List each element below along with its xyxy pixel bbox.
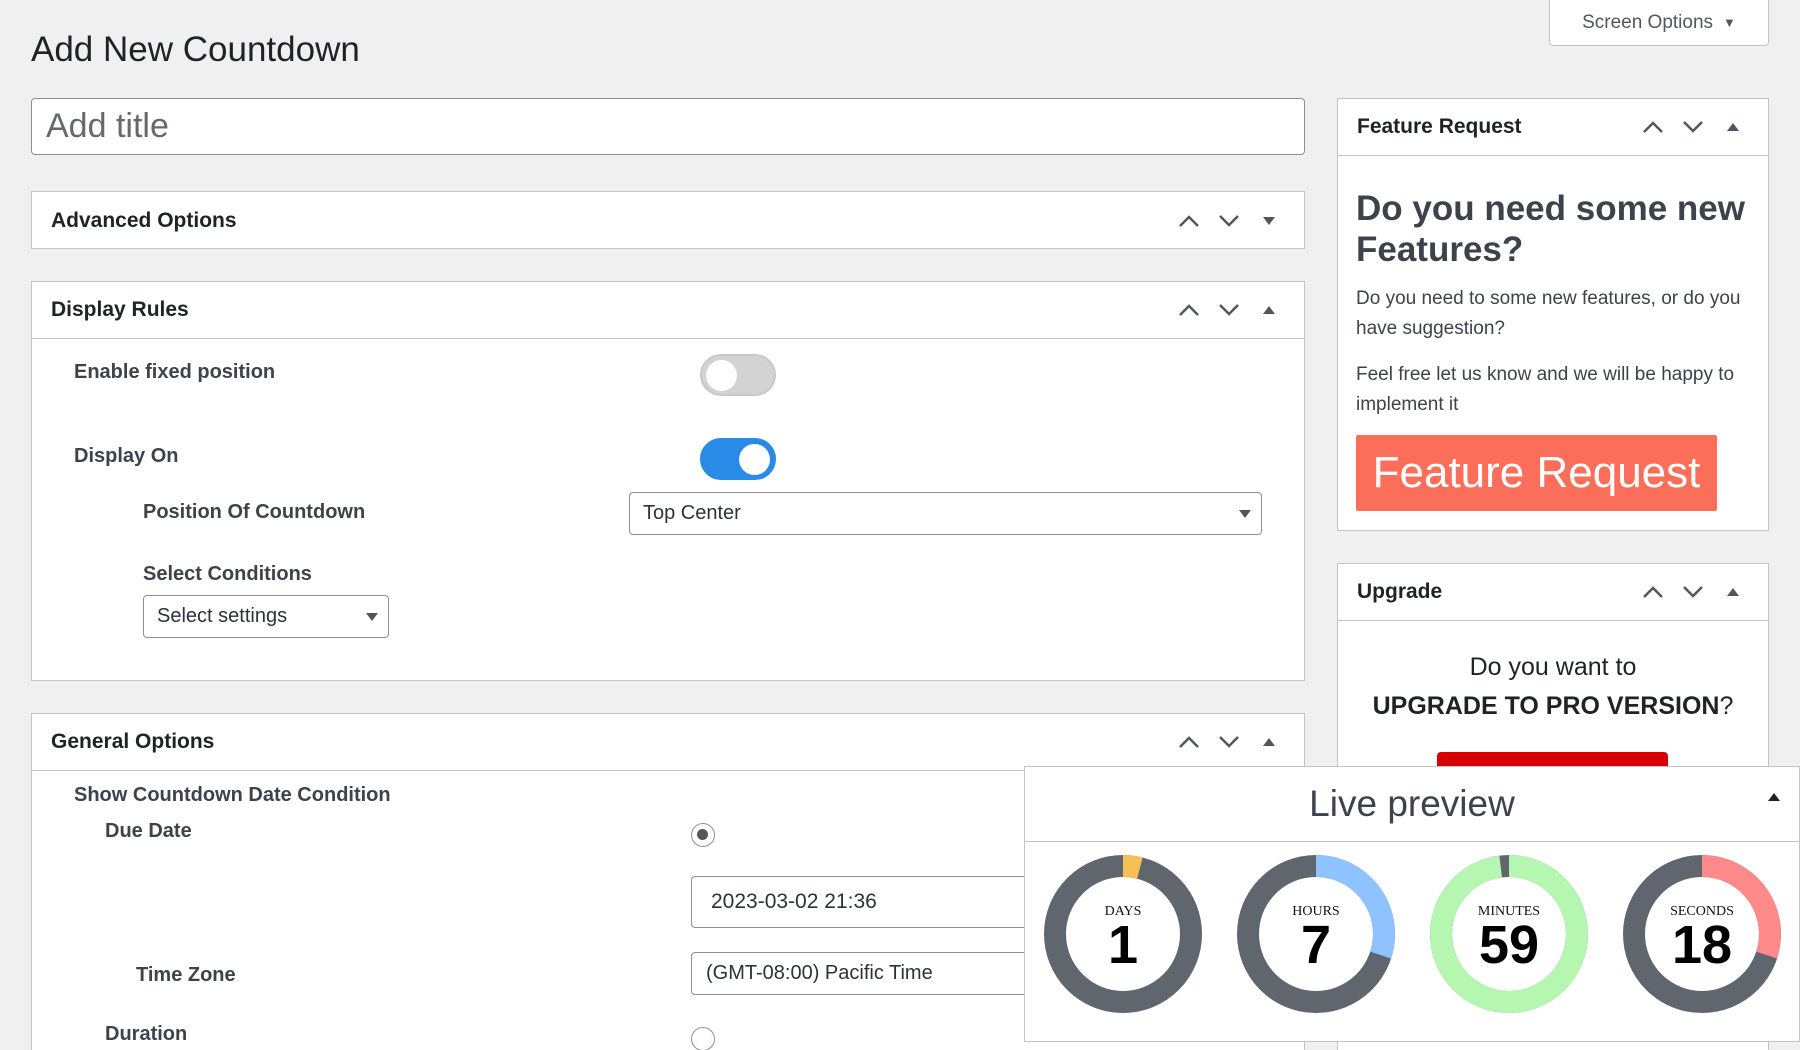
select-arrow-icon [366, 612, 378, 621]
upgrade-question-strong: UPGRADE TO PRO VERSION [1372, 692, 1720, 720]
move-up-icon[interactable] [1637, 576, 1669, 608]
due-date-value: 2023-03-02 21:36 [711, 890, 877, 913]
toggle-panel-icon[interactable] [1717, 111, 1749, 143]
show-countdown-date-condition-label: Show Countdown Date Condition [74, 784, 391, 806]
timer-minutes: MINUTES 59 [1427, 852, 1591, 1016]
time-zone-label: Time Zone [136, 964, 236, 986]
upgrade-header[interactable]: Upgrade [1338, 564, 1768, 621]
timer-seconds-value: 18 [1671, 915, 1733, 975]
feature-request-title: Feature Request [1357, 115, 1522, 138]
select-conditions-select[interactable]: Select settings [143, 595, 389, 638]
toggle-panel-icon[interactable] [1253, 726, 1285, 758]
move-up-icon[interactable] [1637, 111, 1669, 143]
enable-fixed-position-toggle[interactable] [700, 354, 776, 396]
feature-request-button[interactable]: Feature Request [1356, 435, 1717, 511]
live-preview-title: Live preview [1309, 783, 1515, 824]
countdown-timers: DAYS 1 HOURS 7 MINUTES 59 SECONDS 18 [1025, 844, 1800, 1042]
timer-minutes-value: 59 [1478, 915, 1540, 975]
move-down-icon[interactable] [1213, 294, 1245, 326]
screen-options-label: Screen Options [1582, 11, 1714, 33]
duration-radio[interactable] [691, 1027, 715, 1050]
toggle-panel-icon[interactable] [1253, 205, 1285, 237]
toggle-panel-icon[interactable] [1717, 576, 1749, 608]
position-of-countdown-value: Top Center [643, 502, 741, 524]
page-title: Add New Countdown [31, 30, 360, 69]
feature-request-header[interactable]: Feature Request [1338, 99, 1768, 156]
due-date-radio[interactable] [691, 823, 715, 847]
collapse-icon[interactable] [1767, 789, 1781, 807]
display-on-toggle[interactable] [700, 438, 776, 480]
timer-seconds: SECONDS 18 [1620, 852, 1784, 1016]
title-input[interactable] [31, 98, 1305, 155]
upgrade-question-line1: Do you want to [1469, 653, 1637, 681]
upgrade-question-line2: UPGRADE TO PRO VERSION? [1337, 687, 1769, 726]
advanced-options-title: Advanced Options [51, 208, 237, 232]
move-down-icon[interactable] [1677, 111, 1709, 143]
move-down-icon[interactable] [1213, 726, 1245, 758]
upgrade-question: Do you want to UPGRADE TO PRO VERSION? [1337, 648, 1769, 726]
general-options-header[interactable]: General Options [32, 714, 1304, 771]
display-rules-title: Display Rules [51, 298, 189, 321]
toggle-panel-icon[interactable] [1253, 294, 1285, 326]
position-of-countdown-label: Position Of Countdown [143, 501, 366, 523]
timer-hours: HOURS 7 [1234, 852, 1398, 1016]
feature-request-heading: Do you need some new Features? [1356, 189, 1745, 269]
display-rules-header[interactable]: Display Rules [32, 282, 1304, 339]
move-up-icon[interactable] [1173, 294, 1205, 326]
caret-down-icon: ▼ [1723, 15, 1736, 30]
move-down-icon[interactable] [1213, 205, 1245, 237]
move-down-icon[interactable] [1677, 576, 1709, 608]
feature-request-text-1: Do you need to some new features, or do … [1356, 288, 1741, 339]
select-conditions-value: Select settings [157, 605, 288, 627]
select-arrow-icon [1239, 509, 1251, 518]
upgrade-question-end: ? [1719, 692, 1734, 720]
toggle-knob [706, 360, 737, 391]
general-options-title: General Options [51, 730, 215, 753]
advanced-options-box: Advanced Options [31, 191, 1305, 249]
display-on-label: Display On [74, 445, 179, 467]
feature-request-text-2: Feel free let us know and we will be hap… [1356, 364, 1735, 415]
advanced-options-header[interactable]: Advanced Options [32, 192, 1304, 249]
enable-fixed-position-label: Enable fixed position [74, 361, 276, 383]
live-preview-panel: Live preview DAYS 1 HOURS 7 MINUTES 59 S… [1024, 766, 1800, 1042]
due-date-label: Due Date [105, 820, 192, 842]
select-conditions-label: Select Conditions [143, 563, 312, 585]
timer-days: DAYS 1 [1041, 852, 1205, 1016]
screen-options-button[interactable]: Screen Options ▼ [1549, 0, 1769, 46]
live-preview-header[interactable]: Live preview [1025, 767, 1799, 842]
timer-hours-value: 7 [1300, 915, 1332, 975]
move-up-icon[interactable] [1173, 726, 1205, 758]
toggle-knob [739, 444, 770, 475]
time-zone-value: (GMT-08:00) Pacific Time [706, 962, 933, 984]
move-up-icon[interactable] [1173, 205, 1205, 237]
position-of-countdown-select[interactable]: Top Center [629, 492, 1262, 535]
timer-days-value: 1 [1107, 915, 1139, 975]
upgrade-title: Upgrade [1357, 580, 1443, 603]
duration-label: Duration [105, 1023, 188, 1045]
